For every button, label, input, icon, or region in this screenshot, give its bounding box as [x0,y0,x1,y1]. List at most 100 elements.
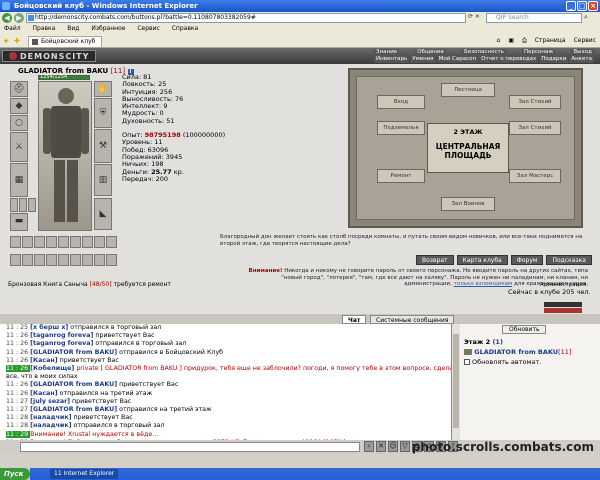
search-input[interactable]: QIP Search [486,13,582,23]
topmenu-communication[interactable]: Общение [415,49,446,56]
slot-armor[interactable]: ▦ [10,163,28,197]
menu-view[interactable]: Вид [67,25,79,32]
chat-nick[interactable]: [GLADIATOR from BAKU] [30,406,117,413]
room-elements-1[interactable]: Зал Стихий [509,95,561,109]
room-entrance[interactable]: Вход [377,95,425,109]
chat-nick[interactable]: [Касан] [30,390,57,397]
favorites-star-icon[interactable]: ★ [3,37,9,45]
topmenu-gifts[interactable]: Подарки [539,56,569,63]
slot-scroll-10[interactable] [10,254,21,266]
chat-scrollbar[interactable] [452,324,460,440]
search-icon[interactable]: ⌕ [584,13,588,22]
add-favorite-icon[interactable]: ✚ [14,37,20,45]
hackers-link[interactable]: только взломщикам [454,281,513,287]
slot-scroll-3[interactable] [34,236,45,248]
counter-badge-1[interactable] [544,302,582,307]
start-button[interactable]: Пуск [0,468,30,480]
chat-nick[interactable]: [GLADIATOR from BAKU] [30,381,117,388]
tab-chat[interactable]: Чат [342,315,367,324]
print-icon[interactable]: ⎙ [522,36,527,46]
user-list-item[interactable]: GLADIATOR from BAKU[11] [464,348,571,356]
slot-helmet[interactable]: ⛑ [10,81,28,97]
menu-tools[interactable]: Сервис [137,25,159,32]
slot-scroll-16[interactable] [82,254,93,266]
topmenu-transfer-report[interactable]: Отчет о переводах [479,56,539,63]
topmenu-security[interactable]: Безопасность [462,49,506,56]
slot-scroll-18[interactable] [106,254,117,266]
slot-belt[interactable]: ▬ [10,213,28,231]
taskbar-ie-group[interactable]: 11 Internet Explorer [50,469,119,479]
slot-scroll-8[interactable] [94,236,105,248]
slot-scroll-7[interactable] [82,236,93,248]
slot-scroll-6[interactable] [70,236,81,248]
auto-refresh-checkbox[interactable] [464,359,470,365]
slot-boots[interactable]: ◣ [94,198,112,230]
slot-shield[interactable]: ⛨ [94,98,112,128]
forward-button[interactable]: ▶ [14,13,24,23]
slot-scroll-5[interactable] [58,236,69,248]
url-input[interactable]: http://demonscity.combats.com/buttons.pl… [26,13,466,23]
chat-nick[interactable]: [GLADIATOR from BAKU] [30,349,117,356]
slot-weapon[interactable]: ⚔ [10,132,28,162]
room-elements-2[interactable]: Зал Стихий [509,121,561,135]
chat-nick[interactable]: [наладчик] [30,414,71,421]
tools-menu[interactable]: Сервис [574,36,596,46]
forum-button[interactable]: Форум [510,255,544,265]
slot-scroll-13[interactable] [46,254,57,266]
tab-fight-club[interactable]: Бойцовский клуб [28,36,103,47]
page-menu[interactable]: Страница [535,36,566,46]
room-repair[interactable]: Ремонт [377,169,425,183]
chat-nick[interactable]: [наладчик] [30,422,71,429]
menu-favorites[interactable]: Избранное [91,25,125,32]
slot-necklace[interactable]: ○ [10,115,28,131]
refresh-stop-icons[interactable]: ⟳ ✕ [468,13,480,20]
slot-ring-2[interactable] [19,198,27,212]
club-map-button[interactable]: Карта клуба [456,255,508,265]
chat-nick[interactable]: [Касан] [30,357,57,364]
topmenu-character[interactable]: Персонаж [522,49,556,56]
slot-second-weapon[interactable]: ⚒ [94,129,112,163]
minimize-button[interactable]: _ [566,1,576,11]
tab-system-messages[interactable]: Системные сообщения [370,315,455,324]
slot-leggings[interactable]: ▥ [94,164,112,196]
chat-nick[interactable]: [taganrog foreva] [30,332,93,339]
auto-refresh-option[interactable]: Обновлять автомат. [464,358,541,366]
hint-button[interactable]: Подсказка [546,255,592,265]
slot-gloves[interactable]: ✋ [94,81,112,97]
room-warriors[interactable]: Зал Воинов [441,197,495,211]
slot-scroll-1[interactable] [10,236,21,248]
menu-help[interactable]: Справка [172,25,198,32]
topmenu-inventory[interactable]: Инвентарь [374,56,410,63]
slot-ring-3[interactable] [28,198,36,212]
close-button[interactable]: × [588,1,598,11]
chat-log[interactable]: 11 : 25 [х берш х] отправился в торговый… [0,324,452,440]
chat-nick[interactable]: [Кобелище] [30,365,74,372]
slot-scroll-4[interactable] [46,236,57,248]
slot-ring-1[interactable] [10,198,18,212]
slot-scroll-15[interactable] [70,254,81,266]
slot-scroll-2[interactable] [22,236,33,248]
maximize-button[interactable]: □ [577,1,587,11]
menu-edit[interactable]: Правка [33,25,56,32]
slot-earrings[interactable]: ◆ [10,98,28,114]
home-icon[interactable]: ⌂ [497,36,501,46]
scrollbar-thumb[interactable] [453,334,459,428]
room-stairs[interactable]: Лестница [441,83,495,97]
chat-nick[interactable]: [july sezar] [30,398,70,405]
slot-scroll-9[interactable] [106,236,117,248]
slot-scroll-17[interactable] [94,254,105,266]
chat-nick[interactable]: [х берш х] [30,324,68,331]
feeds-icon[interactable]: ▣ [508,36,514,46]
topmenu-exit[interactable]: Выход [571,49,594,56]
menu-file[interactable]: Файл [4,25,21,32]
slot-scroll-14[interactable] [58,254,69,266]
topmenu-knowledge[interactable]: Знание [374,49,400,56]
topmenu-skills[interactable]: Умения [410,56,436,63]
slot-scroll-11[interactable] [22,254,33,266]
chat-nick[interactable]: [taganrog foreva] [30,340,93,347]
room-dungeons[interactable]: Подземелья [377,121,425,135]
refresh-button[interactable]: Обновить [502,325,547,334]
back-button[interactable]: ◀ [2,13,12,23]
room-masters[interactable]: Зал Мастерс [509,169,561,183]
counter-badge-2[interactable] [544,308,582,313]
